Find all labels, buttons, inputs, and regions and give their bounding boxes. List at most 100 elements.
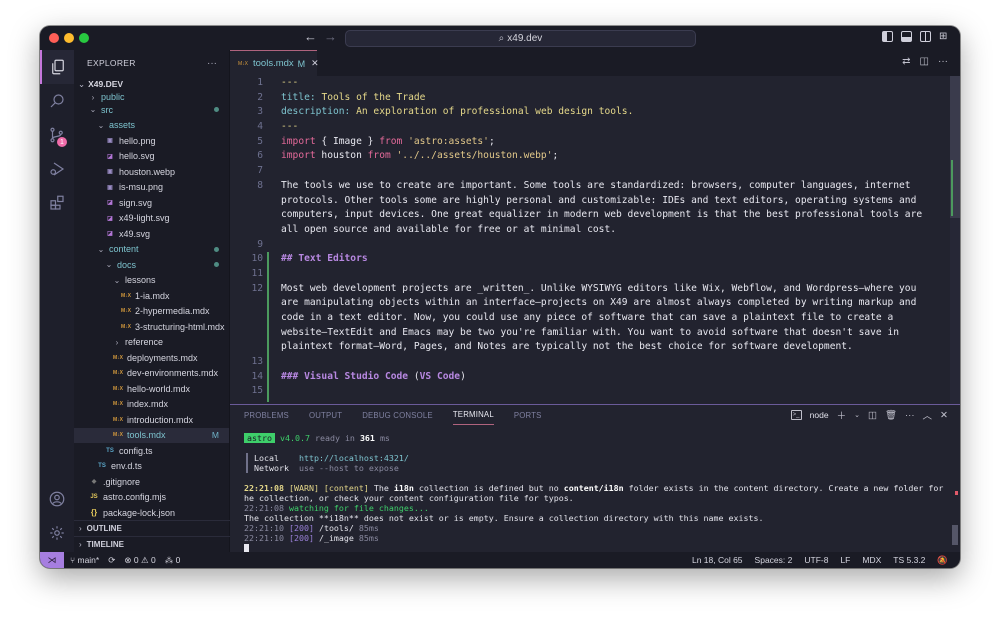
tree-item-houston-webp[interactable]: ▣ houston.webp xyxy=(74,164,229,180)
tree-item-assets[interactable]: ⌄ assets xyxy=(74,118,229,134)
split-editor-icon[interactable]: ◫ xyxy=(920,56,929,67)
outline-section[interactable]: › OUTLINE xyxy=(74,520,230,536)
activity-search[interactable] xyxy=(40,84,74,118)
tab-debug-console[interactable]: DEBUG CONSOLE xyxy=(362,405,433,425)
customize-layout-icon[interactable]: ⊞ xyxy=(939,31,950,42)
maximize-panel-icon[interactable]: ︿ xyxy=(923,408,933,422)
tree-item-docs[interactable]: ⌄ docs xyxy=(74,257,229,273)
tree-item-deployments-mdx[interactable]: M↓X deployments.mdx xyxy=(74,350,229,366)
activity-manage[interactable] xyxy=(40,516,74,550)
close-window-button[interactable] xyxy=(49,33,59,43)
kill-terminal-icon[interactable]: 🗑 xyxy=(885,410,897,421)
code-token: houston xyxy=(315,150,368,162)
end-of-line[interactable]: LF xyxy=(840,555,850,565)
tree-item-src[interactable]: ⌄ src xyxy=(74,102,229,118)
tree-item-x49-light-svg[interactable]: ◪ x49-light.svg xyxy=(74,211,229,227)
terminal-name[interactable]: node xyxy=(810,410,829,420)
mdx-file-icon: M↓X xyxy=(121,323,131,330)
more-actions-icon[interactable]: ··· xyxy=(207,58,217,69)
activity-explorer[interactable] xyxy=(40,50,74,84)
toggle-panel-icon[interactable] xyxy=(901,31,912,42)
command-center-search[interactable]: ⌕ x49.dev xyxy=(345,30,696,47)
tree-item-dev-environments-mdx[interactable]: M↓X dev-environments.mdx xyxy=(74,366,229,382)
tab-modified-indicator: M xyxy=(297,58,306,69)
more-actions-icon[interactable]: ··· xyxy=(938,56,948,67)
tree-item-reference[interactable]: › reference xyxy=(74,335,229,351)
tree-item-tools-mdx[interactable]: M↓X tools.mdx M xyxy=(74,427,229,443)
tree-item-label: is-msu.png xyxy=(119,182,164,193)
chevron-down-icon: ⌄ xyxy=(97,120,105,130)
minimize-window-button[interactable] xyxy=(64,33,74,43)
branch-indicator[interactable]: ⑂ main* xyxy=(70,555,99,565)
terminal-output[interactable]: astro v4.0.7 ready in 361 ms Local http:… xyxy=(244,433,944,553)
mdx-file-icon: M↓X xyxy=(113,416,123,423)
compare-changes-icon[interactable]: ⇄ xyxy=(902,56,910,67)
activity-extensions[interactable] xyxy=(40,186,74,220)
astro-badge: astro xyxy=(244,433,275,443)
line-number: 13 xyxy=(251,356,263,368)
encoding[interactable]: UTF-8 xyxy=(804,555,828,565)
terminal-log-line: 22:21:10 [200] /tools/ 85ms xyxy=(244,523,944,533)
tree-item-public[interactable]: › public xyxy=(74,92,229,102)
tree-item-3-structuring-html-mdx[interactable]: M↓X 3-structuring-html.mdx xyxy=(74,319,229,335)
close-panel-icon[interactable]: ✕ xyxy=(940,410,948,421)
timeline-section[interactable]: › TIMELINE xyxy=(74,536,230,552)
tree-item-hello-svg[interactable]: ◪ hello.svg xyxy=(74,149,229,165)
code-line: all open source and available for free o… xyxy=(230,223,960,238)
language-mode[interactable]: MDX xyxy=(862,555,881,565)
tab-problems[interactable]: PROBLEMS xyxy=(244,405,289,425)
activity-source-control[interactable]: 1 xyxy=(40,118,74,152)
tree-item--gitignore[interactable]: ◆ .gitignore xyxy=(74,474,229,490)
arrow-right-icon[interactable]: → xyxy=(324,29,337,44)
cursor-position[interactable]: Ln 18, Col 65 xyxy=(692,555,743,565)
arrow-left-icon[interactable]: ← xyxy=(304,29,317,44)
tree-item-config-ts[interactable]: TS config.ts xyxy=(74,443,229,459)
close-icon[interactable]: ✕ xyxy=(311,58,319,69)
tree-item-env-d-ts[interactable]: TS env.d.ts xyxy=(74,459,229,475)
tree-item-lessons[interactable]: ⌄ lessons xyxy=(74,273,229,289)
tab-terminal[interactable]: TERMINAL xyxy=(452,405,494,425)
toggle-primary-sidebar-icon[interactable] xyxy=(882,31,893,42)
problems-indicator[interactable]: ⊗ 0 ⚠ 0 xyxy=(124,555,155,566)
tree-item-astro-config-mjs[interactable]: JS astro.config.mjs xyxy=(74,490,229,506)
ready-ms: 361 xyxy=(359,433,375,443)
bell-slash-icon[interactable]: 🔕 xyxy=(937,555,948,566)
tree-item-sign-svg[interactable]: ◪ sign.svg xyxy=(74,195,229,211)
tab-ports[interactable]: PORTS xyxy=(514,405,542,425)
tree-item-index-mdx[interactable]: M↓X index.mdx xyxy=(74,397,229,413)
local-url-link[interactable]: http://localhost:4321/ xyxy=(299,453,409,463)
extensions-icon xyxy=(50,195,64,210)
tree-item-hello-png[interactable]: ▣ hello.png xyxy=(74,133,229,149)
code-token: all open source and available for free o… xyxy=(281,223,617,235)
line-number: 8 xyxy=(257,179,263,191)
sync-icon[interactable]: ⟳ xyxy=(108,555,115,566)
remote-indicator[interactable]: ⋊ xyxy=(40,552,64,568)
terminal-dropdown-icon[interactable]: ⌄ xyxy=(854,411,860,419)
activity-accounts[interactable] xyxy=(40,482,74,516)
vscode-window: ← → ⌕ x49.dev ⊞ 1 EXPLORER ··· ⌄ X49.DEV… xyxy=(40,26,960,568)
tree-item-content[interactable]: ⌄ content xyxy=(74,242,229,258)
tree-item-introduction-mdx[interactable]: M↓X introduction.mdx xyxy=(74,412,229,428)
split-terminal-icon[interactable]: ◫ xyxy=(868,410,877,421)
tree-item-is-msu-png[interactable]: ▣ is-msu.png xyxy=(74,180,229,196)
code-line: code in a text editor. Now, you could us… xyxy=(230,311,960,326)
terminal-scrollbar-thumb[interactable] xyxy=(952,525,958,545)
ports-indicator[interactable]: ⁂ 0 xyxy=(165,555,181,566)
tab-tools-mdx[interactable]: M↓X tools.mdx M ✕ xyxy=(230,50,319,76)
tree-item-2-hypermedia-mdx[interactable]: M↓X 2-hypermedia.mdx xyxy=(74,304,229,320)
tab-output[interactable]: OUTPUT xyxy=(309,405,342,425)
workspace-root[interactable]: ⌄ X49.DEV xyxy=(74,76,229,92)
typescript-version[interactable]: TS 5.3.2 xyxy=(893,555,925,565)
more-icon[interactable]: ··· xyxy=(905,410,915,421)
tree-item-hello-world-mdx[interactable]: M↓X hello-world.mdx xyxy=(74,381,229,397)
editor-tab-bar: M↓X tools.mdx M ✕ ⇄ ◫ ··· xyxy=(230,50,960,76)
activity-run-debug[interactable] xyxy=(40,152,74,186)
code-editor[interactable]: 1 --- 2 title: Tools of the Trade 3 descripti… xyxy=(230,76,960,404)
zoom-window-button[interactable] xyxy=(79,33,89,43)
tree-item-1-ia-mdx[interactable]: M↓X 1-ia.mdx xyxy=(74,288,229,304)
new-terminal-icon[interactable]: ＋ xyxy=(837,408,847,422)
tree-item-package-lock-json[interactable]: {} package-lock.json xyxy=(74,505,229,521)
tree-item-x49-svg[interactable]: ◪ x49.svg xyxy=(74,226,229,242)
indentation[interactable]: Spaces: 2 xyxy=(755,555,793,565)
toggle-secondary-sidebar-icon[interactable] xyxy=(920,31,931,42)
